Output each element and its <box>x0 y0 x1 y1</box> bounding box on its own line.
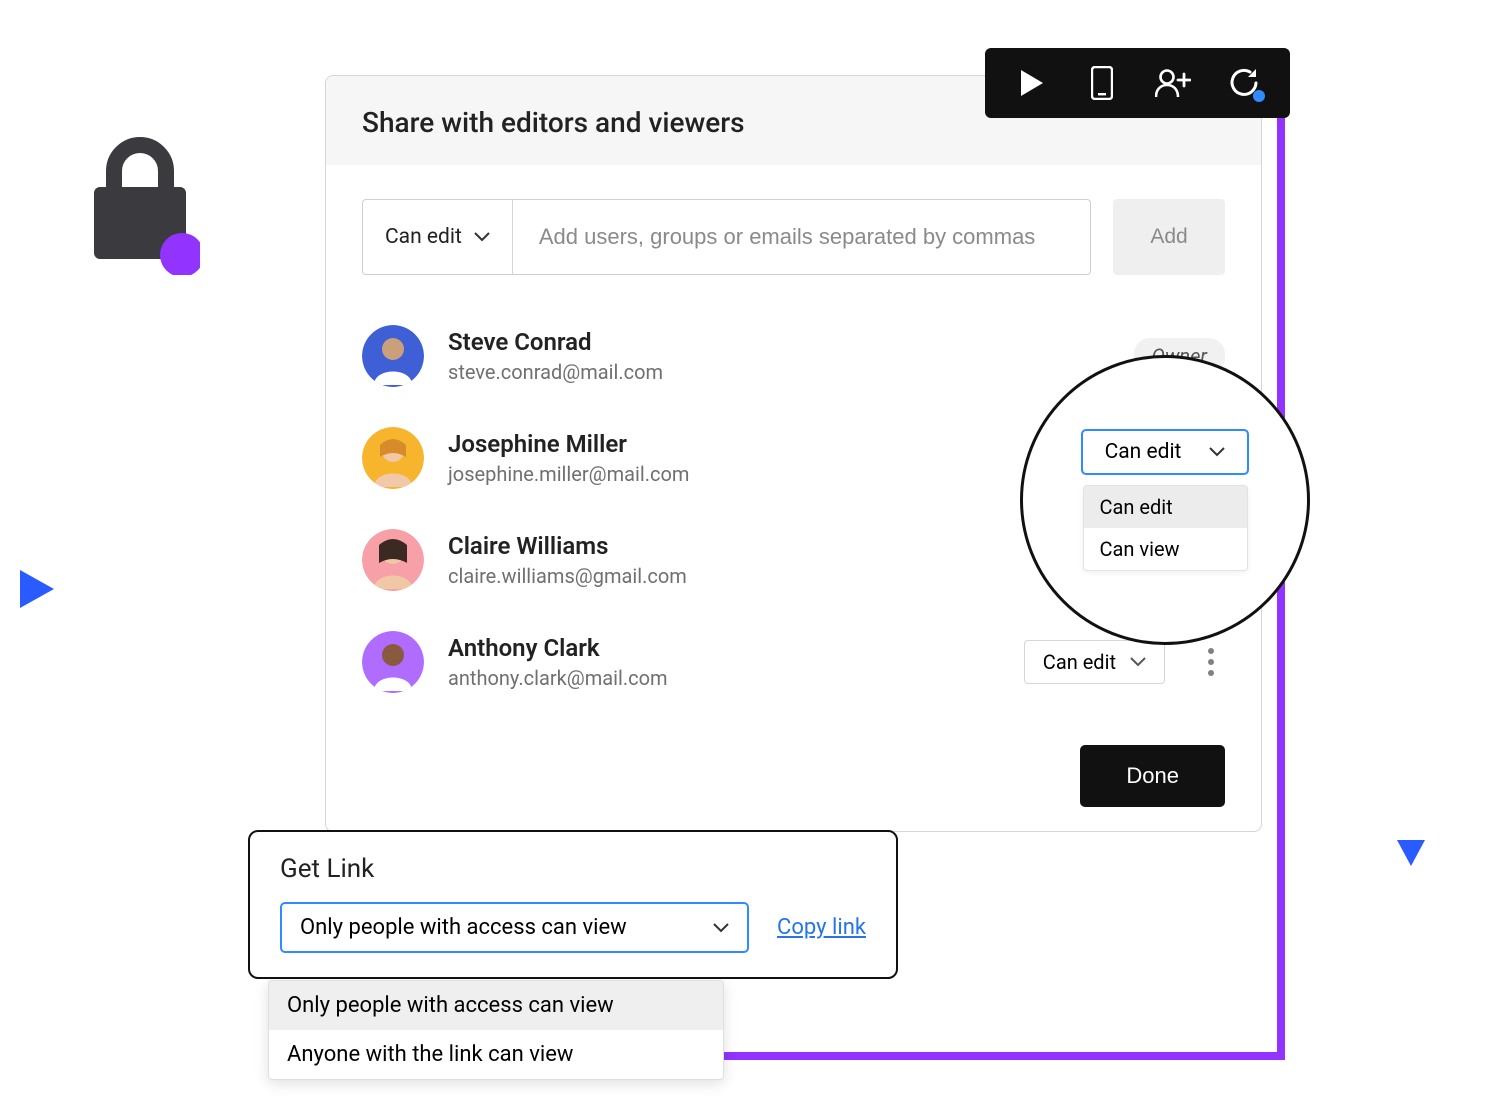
link-visibility-select[interactable]: Only people with access can view <box>280 902 749 953</box>
avatar <box>362 427 424 489</box>
user-email: anthony.clark@mail.com <box>448 666 1000 690</box>
user-email: steve.conrad@mail.com <box>448 360 1110 384</box>
user-name: Steve Conrad <box>448 328 1110 356</box>
decorative-triangle-right <box>1397 840 1425 870</box>
add-button[interactable]: Add <box>1113 199 1225 275</box>
lock-icon <box>80 135 200 279</box>
link-visibility-label: Only people with access can view <box>300 915 627 940</box>
avatar <box>362 325 424 387</box>
avatar <box>362 631 424 693</box>
user-row: Anthony Clark anthony.clark@mail.com Can… <box>362 631 1225 693</box>
permission-options: Can edit Can view <box>1083 485 1248 571</box>
link-visibility-option[interactable]: Only people with access can view <box>269 981 723 1030</box>
chevron-down-icon <box>1130 657 1146 667</box>
add-user-icon[interactable] <box>1148 58 1198 108</box>
device-icon[interactable] <box>1077 58 1127 108</box>
chevron-down-icon <box>713 923 729 933</box>
user-email: claire.williams@gmail.com <box>448 564 1129 588</box>
permission-selected: Can edit <box>1105 440 1182 464</box>
link-visibility-options: Only people with access can view Anyone … <box>268 980 724 1080</box>
chevron-down-icon <box>474 232 490 242</box>
permission-option[interactable]: Can edit <box>1084 486 1247 528</box>
get-link-panel: Get Link Only people with access can vie… <box>248 830 898 979</box>
copy-link-button[interactable]: Copy link <box>777 915 866 940</box>
done-button[interactable]: Done <box>1080 745 1225 807</box>
add-people-input[interactable] <box>513 200 1090 274</box>
permission-label: Can edit <box>1043 650 1116 674</box>
floating-toolbar <box>985 48 1290 118</box>
avatar <box>362 529 424 591</box>
refresh-icon[interactable] <box>1219 58 1269 108</box>
chevron-down-icon <box>1209 447 1225 457</box>
permission-option[interactable]: Can view <box>1084 528 1247 570</box>
permission-select[interactable]: Can edit <box>1024 640 1165 684</box>
user-name: Anthony Clark <box>448 634 1000 662</box>
play-icon[interactable] <box>1006 58 1056 108</box>
default-permission-select[interactable]: Can edit <box>363 200 513 274</box>
get-link-title: Get Link <box>280 854 866 884</box>
decorative-triangle-left <box>20 570 54 612</box>
link-visibility-option[interactable]: Anyone with the link can view <box>269 1030 723 1079</box>
add-people-field: Can edit <box>362 199 1091 275</box>
default-permission-label: Can edit <box>385 225 462 249</box>
permission-dropdown-detail: Can edit Can edit Can view <box>1020 355 1310 645</box>
permission-select-open[interactable]: Can edit <box>1081 429 1250 475</box>
more-options-button[interactable] <box>1197 640 1225 684</box>
